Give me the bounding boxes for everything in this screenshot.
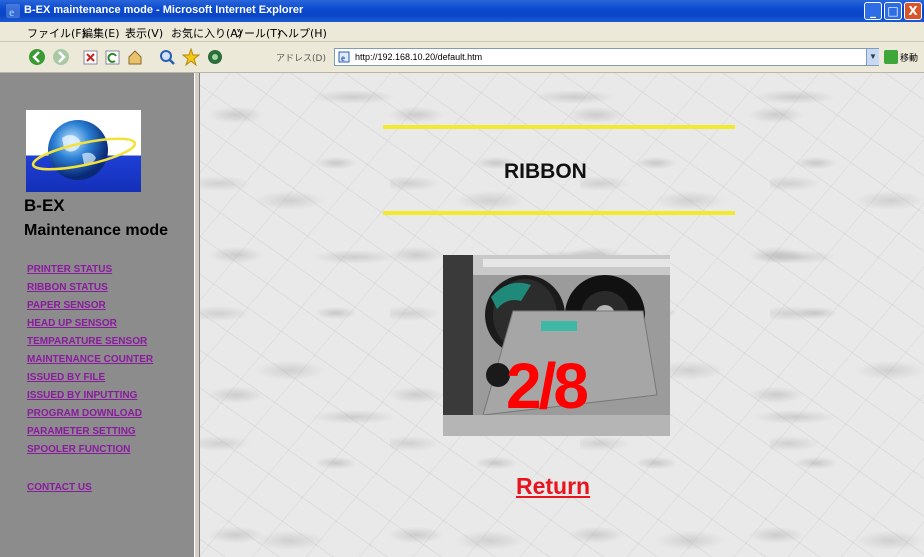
step-indicator: 2/8 xyxy=(506,350,589,422)
page-title: RIBBON xyxy=(504,160,587,183)
nav-head-up-sensor[interactable]: HEAD UP SENSOR xyxy=(27,318,117,329)
close-button[interactable]: X xyxy=(904,2,922,20)
brand-subtitle: Maintenance mode xyxy=(24,222,169,239)
nav-contact-us[interactable]: CONTACT US xyxy=(27,482,92,493)
search-icon[interactable] xyxy=(158,48,176,66)
menu-view[interactable]: 表示(V) xyxy=(125,25,163,41)
window-title: B-EX maintenance mode - Microsoft Intern… xyxy=(24,4,304,16)
nav-program-download[interactable]: PROGRAM DOWNLOAD xyxy=(27,408,142,419)
close-icon: X xyxy=(908,4,918,18)
return-link[interactable]: Return xyxy=(516,473,590,500)
favorites-icon[interactable] xyxy=(182,48,200,66)
top-yellow-divider xyxy=(383,125,735,129)
toolbar: アドレス(D) e http://192.168.10.20/default.h… xyxy=(0,42,924,73)
forward-icon[interactable] xyxy=(52,48,70,66)
chevron-down-icon[interactable]: ▼ xyxy=(866,49,879,65)
bottom-yellow-divider xyxy=(383,211,735,215)
media-icon[interactable] xyxy=(206,48,224,66)
internet-explorer-icon: e xyxy=(6,4,20,18)
minimize-button[interactable]: _ xyxy=(864,2,882,20)
nav-maintenance-counter[interactable]: MAINTENANCE COUNTER xyxy=(27,354,153,365)
address-field[interactable]: e http://192.168.10.20/default.htm xyxy=(334,48,879,66)
stop-icon[interactable] xyxy=(82,48,100,66)
nav-parameter-setting[interactable]: PARAMETER SETTING xyxy=(27,426,136,437)
menu-edit[interactable]: 編集(E) xyxy=(82,25,120,41)
window-titlebar[interactable]: e B-EX maintenance mode - Microsoft Inte… xyxy=(0,0,924,22)
nav-temparature-sensor[interactable]: TEMPARATURE SENSOR xyxy=(27,336,147,347)
nav-printer-status[interactable]: PRINTER STATUS xyxy=(27,264,112,275)
nav-issued-by-inputting[interactable]: ISSUED BY INPUTTING xyxy=(27,390,137,401)
page-icon: e xyxy=(338,51,350,63)
menu-help[interactable]: ヘルプ(H) xyxy=(277,25,327,41)
refresh-icon[interactable] xyxy=(104,48,122,66)
home-icon[interactable] xyxy=(126,48,144,66)
menu-tools[interactable]: ツール(T) xyxy=(233,25,281,41)
back-icon[interactable] xyxy=(28,48,46,66)
globe-logo xyxy=(26,110,141,192)
menu-bar: ファイル(F) 編集(E) 表示(V) お気に入り(A) ツール(T) ヘルプ(… xyxy=(0,22,924,42)
nav-spooler-function[interactable]: SPOOLER FUNCTION xyxy=(27,444,130,455)
menu-favorites[interactable]: お気に入り(A) xyxy=(171,25,242,41)
address-label: アドレス(D) xyxy=(276,54,326,64)
svg-text:e: e xyxy=(9,5,15,18)
maximize-button[interactable]: □ xyxy=(884,2,902,20)
go-label[interactable]: 移動 xyxy=(900,51,918,64)
svg-text:e: e xyxy=(341,53,345,63)
brand-name: B-EX xyxy=(24,196,65,215)
go-button[interactable] xyxy=(884,50,898,64)
maximize-icon: □ xyxy=(887,4,899,18)
nav-paper-sensor[interactable]: PAPER SENSOR xyxy=(27,300,106,311)
address-url: http://192.168.10.20/default.htm xyxy=(355,52,483,62)
nav-ribbon-status[interactable]: RIBBON STATUS xyxy=(27,282,108,293)
minimize-icon: _ xyxy=(870,4,876,18)
nav-issued-by-file[interactable]: ISSUED BY FILE xyxy=(27,372,105,383)
menu-file[interactable]: ファイル(F) xyxy=(27,25,86,41)
